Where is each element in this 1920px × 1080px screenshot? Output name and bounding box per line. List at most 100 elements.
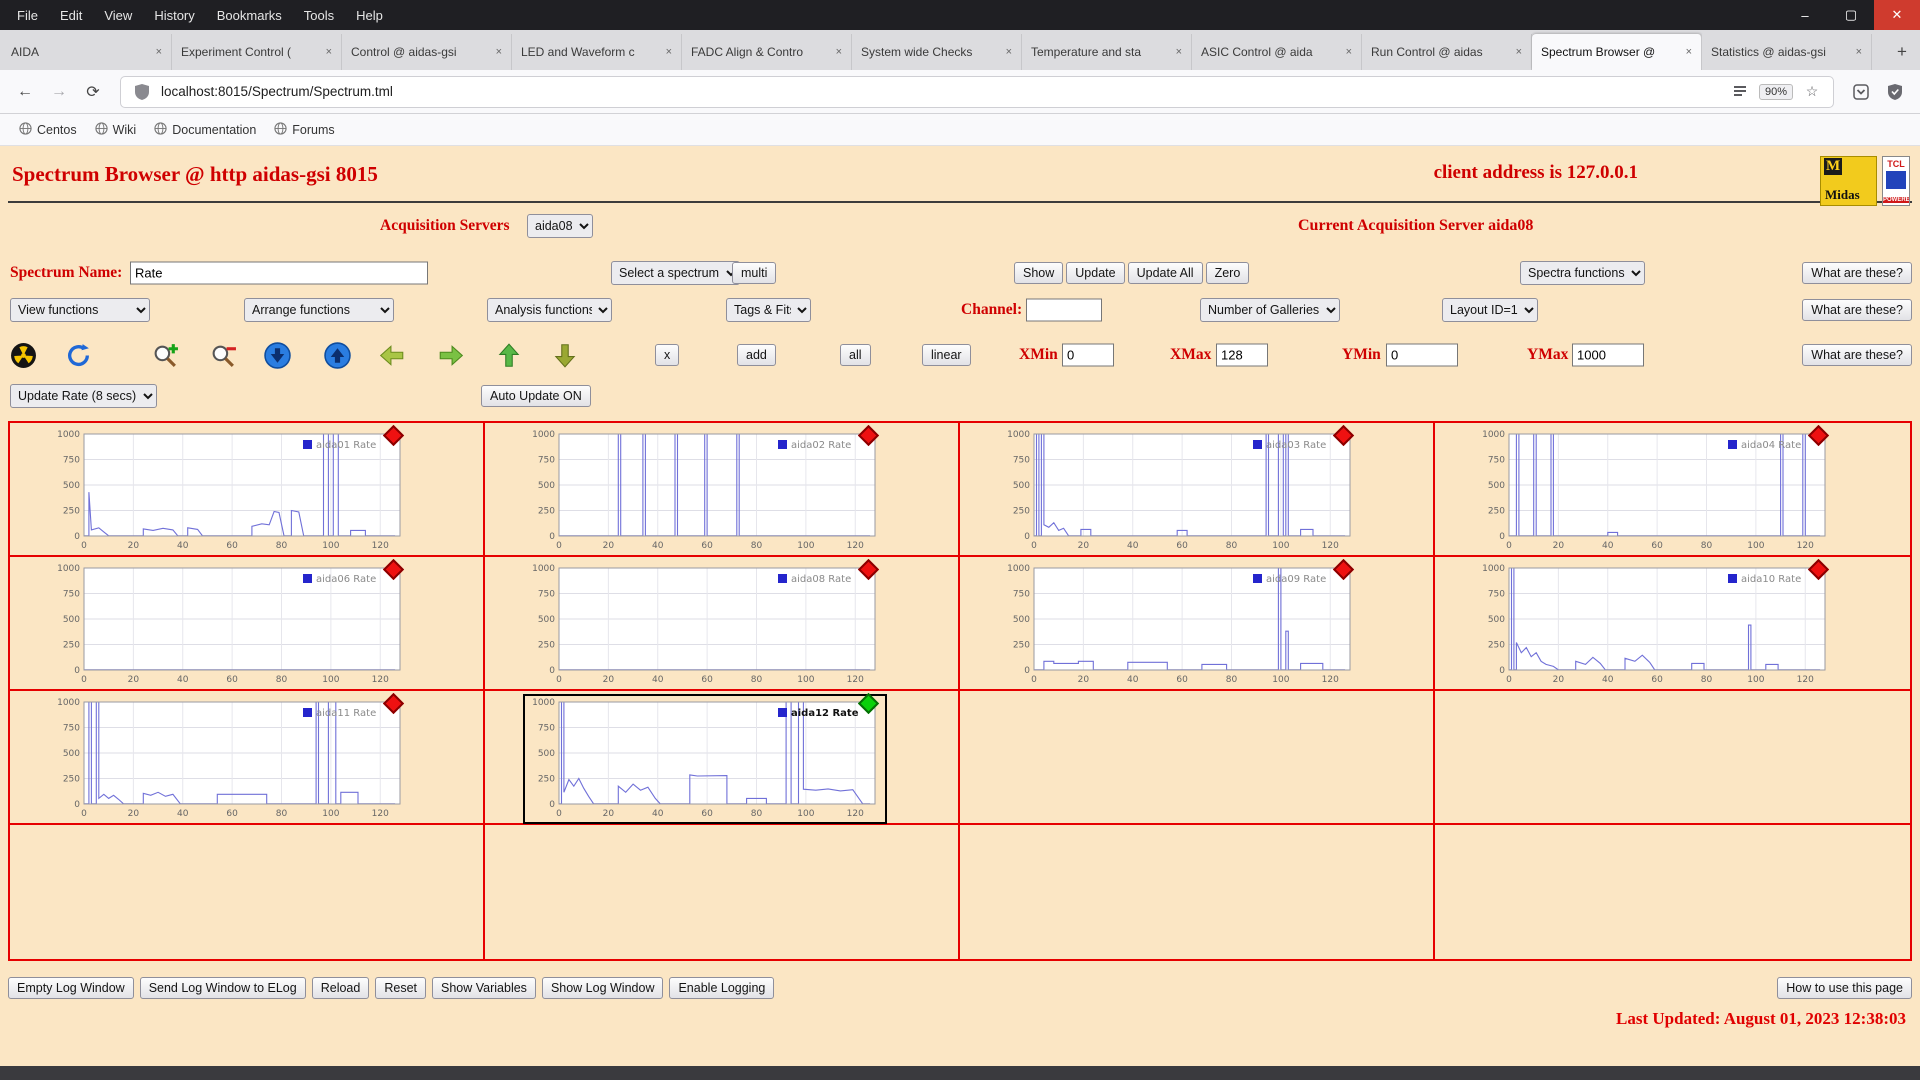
how-to-use-this-page-button[interactable]: How to use this page [1777, 977, 1912, 999]
menu-file[interactable]: File [6, 0, 49, 30]
what-are-these-button-1[interactable]: What are these? [1802, 262, 1912, 284]
zoom-level-badge[interactable]: 90% [1758, 83, 1793, 100]
pocket-icon[interactable] [1846, 77, 1876, 107]
green-down-arrow-icon[interactable] [551, 341, 579, 369]
tab-close-icon[interactable]: × [836, 46, 842, 58]
tab-asic-control-aida[interactable]: ASIC Control @ aida × [1192, 34, 1362, 70]
what-are-these-button-3[interactable]: What are these? [1802, 344, 1912, 366]
bookmark-wiki[interactable]: Wiki [88, 119, 144, 141]
all-button[interactable]: all [840, 344, 871, 366]
menu-view[interactable]: View [93, 0, 143, 30]
tab-close-icon[interactable]: × [1686, 46, 1692, 58]
tab-close-icon[interactable]: × [1346, 46, 1352, 58]
spectrum-chart-aida03-rate[interactable]: 0 250 500 750 1000 0 20 40 60 80 100 120 aida03 Rate [1000, 424, 1360, 554]
tab-statistics-aidas-gsi[interactable]: Statistics @ aidas-gsi × [1702, 34, 1872, 70]
back-button[interactable]: ← [10, 77, 40, 107]
auto-update-button[interactable]: Auto Update ON [481, 385, 591, 407]
forward-button[interactable]: → [44, 77, 74, 107]
spectrum-chart-aida06-rate[interactable]: 0 250 500 750 1000 0 20 40 60 80 100 120 aida06 Rate [50, 558, 410, 688]
tab-experiment-control[interactable]: Experiment Control (× [172, 34, 342, 70]
radiation-icon[interactable] [9, 341, 37, 369]
number-of-galleries-dropdown[interactable]: Number of Galleries [1200, 298, 1340, 322]
spectrum-chart-aida01-rate[interactable]: 0 250 500 750 1000 0 20 40 60 80 100 120 aida01 Rate [50, 424, 410, 554]
tab-temperature-and-sta[interactable]: Temperature and sta × [1022, 34, 1192, 70]
blue-down-icon[interactable] [263, 341, 291, 369]
channel-input[interactable] [1026, 298, 1102, 322]
arrange-functions-dropdown[interactable]: Arrange functions [244, 298, 394, 322]
x-scale-button[interactable]: x [655, 344, 680, 366]
update-button[interactable]: Update [1066, 262, 1125, 284]
show-log-window-button[interactable]: Show Log Window [541, 977, 664, 999]
menu-edit[interactable]: Edit [49, 0, 93, 30]
spectrum-chart-aida10-rate[interactable]: 0 250 500 750 1000 0 20 40 60 80 100 120 aida10 Rate [1475, 558, 1835, 688]
tab-close-icon[interactable]: × [326, 46, 332, 58]
tab-led-and-waveform-c[interactable]: LED and Waveform c × [512, 34, 682, 70]
bookmark-forums[interactable]: Forums [267, 119, 341, 141]
reader-mode-icon[interactable] [1729, 81, 1751, 103]
green-right-arrow-icon[interactable] [437, 341, 465, 369]
multi-button[interactable]: multi [732, 262, 777, 284]
reload-button[interactable]: Reload [311, 977, 370, 999]
update-all-button[interactable]: Update All [1127, 262, 1203, 284]
view-functions-dropdown[interactable]: View functions [10, 298, 150, 322]
layout-id-dropdown[interactable]: Layout ID=1 [1442, 298, 1538, 322]
zero-button[interactable]: Zero [1205, 262, 1250, 284]
acquisition-server-select[interactable]: aida08 [527, 214, 593, 238]
tab-close-icon[interactable]: × [1176, 46, 1182, 58]
spectrum-chart-aida09-rate[interactable]: 0 250 500 750 1000 0 20 40 60 80 100 120 aida09 Rate [1000, 558, 1360, 688]
menu-help[interactable]: Help [345, 0, 394, 30]
reload-button[interactable]: ⟳ [78, 77, 108, 107]
green-left-arrow-icon[interactable] [378, 341, 406, 369]
url-field[interactable]: localhost:8015/Spectrum/Spectrum.tml 90%… [120, 75, 1834, 108]
linear-button[interactable]: linear [922, 344, 971, 366]
blue-up-icon[interactable] [323, 341, 351, 369]
spectrum-chart-aida12-rate[interactable]: 0 250 500 750 1000 0 20 40 60 80 100 120 aida12 Rate [523, 692, 887, 824]
bookmark-star-icon[interactable]: ☆ [1801, 81, 1823, 103]
shield-icon[interactable] [131, 81, 153, 103]
tab-close-icon[interactable]: × [666, 46, 672, 58]
tab-close-icon[interactable]: × [156, 46, 162, 58]
new-tab-button[interactable]: + [1886, 34, 1918, 70]
spectrum-chart-aida08-rate[interactable]: 0 250 500 750 1000 0 20 40 60 80 100 120 aida08 Rate [525, 558, 885, 688]
spectrum-chart-aida11-rate[interactable]: 0 250 500 750 1000 0 20 40 60 80 100 120 aida11 Rate [50, 692, 410, 822]
empty-log-window-button[interactable]: Empty Log Window [8, 977, 134, 999]
tab-run-control-aidas[interactable]: Run Control @ aidas × [1362, 34, 1532, 70]
show-variables-button[interactable]: Show Variables [432, 977, 536, 999]
refresh-icon[interactable] [64, 341, 92, 369]
analysis-functions-dropdown[interactable]: Analysis functions [487, 298, 612, 322]
tab-close-icon[interactable]: × [496, 46, 502, 58]
spectra-functions-dropdown[interactable]: Spectra functions [1520, 261, 1645, 285]
ymax-input[interactable] [1572, 343, 1644, 367]
menu-tools[interactable]: Tools [293, 0, 345, 30]
tab-close-icon[interactable]: × [1006, 46, 1012, 58]
zoom-out-icon[interactable] [209, 341, 237, 369]
send-log-window-to-elog-button[interactable]: Send Log Window to ELog [139, 977, 306, 999]
tab-close-icon[interactable]: × [1856, 46, 1862, 58]
green-up-arrow-icon[interactable] [495, 341, 523, 369]
tab-aida[interactable]: AIDA × [2, 34, 172, 70]
update-rate-dropdown[interactable]: Update Rate (8 secs) [10, 384, 157, 408]
menu-history[interactable]: History [143, 0, 205, 30]
maximize-button[interactable]: ▢ [1828, 0, 1874, 30]
extension-shield-icon[interactable] [1880, 77, 1910, 107]
reset-button[interactable]: Reset [375, 977, 426, 999]
tab-spectrum-browser[interactable]: Spectrum Browser @ × [1532, 34, 1702, 70]
show-button[interactable]: Show [1014, 262, 1064, 284]
enable-logging-button[interactable]: Enable Logging [669, 977, 775, 999]
minimize-button[interactable]: – [1782, 0, 1828, 30]
menu-bookmarks[interactable]: Bookmarks [206, 0, 293, 30]
spectrum-chart-aida04-rate[interactable]: 0 250 500 750 1000 0 20 40 60 80 100 120 aida04 Rate [1475, 424, 1835, 554]
spectrum-chart-aida02-rate[interactable]: 0 250 500 750 1000 0 20 40 60 80 100 120 aida02 Rate [525, 424, 885, 554]
xmax-input[interactable] [1216, 343, 1268, 367]
zoom-in-icon[interactable] [151, 341, 179, 369]
add-button[interactable]: add [737, 344, 776, 366]
what-are-these-button-2[interactable]: What are these? [1802, 299, 1912, 321]
bookmark-documentation[interactable]: Documentation [147, 119, 263, 141]
tab-close-icon[interactable]: × [1516, 46, 1522, 58]
tab-control-aidas-gsi[interactable]: Control @ aidas-gsi × [342, 34, 512, 70]
ymin-input[interactable] [1386, 343, 1458, 367]
bookmark-centos[interactable]: Centos [12, 119, 84, 141]
tab-fadc-align-contro[interactable]: FADC Align & Contro × [682, 34, 852, 70]
tags-fits-dropdown[interactable]: Tags & Fits [726, 298, 811, 322]
close-button[interactable]: ✕ [1874, 0, 1920, 30]
